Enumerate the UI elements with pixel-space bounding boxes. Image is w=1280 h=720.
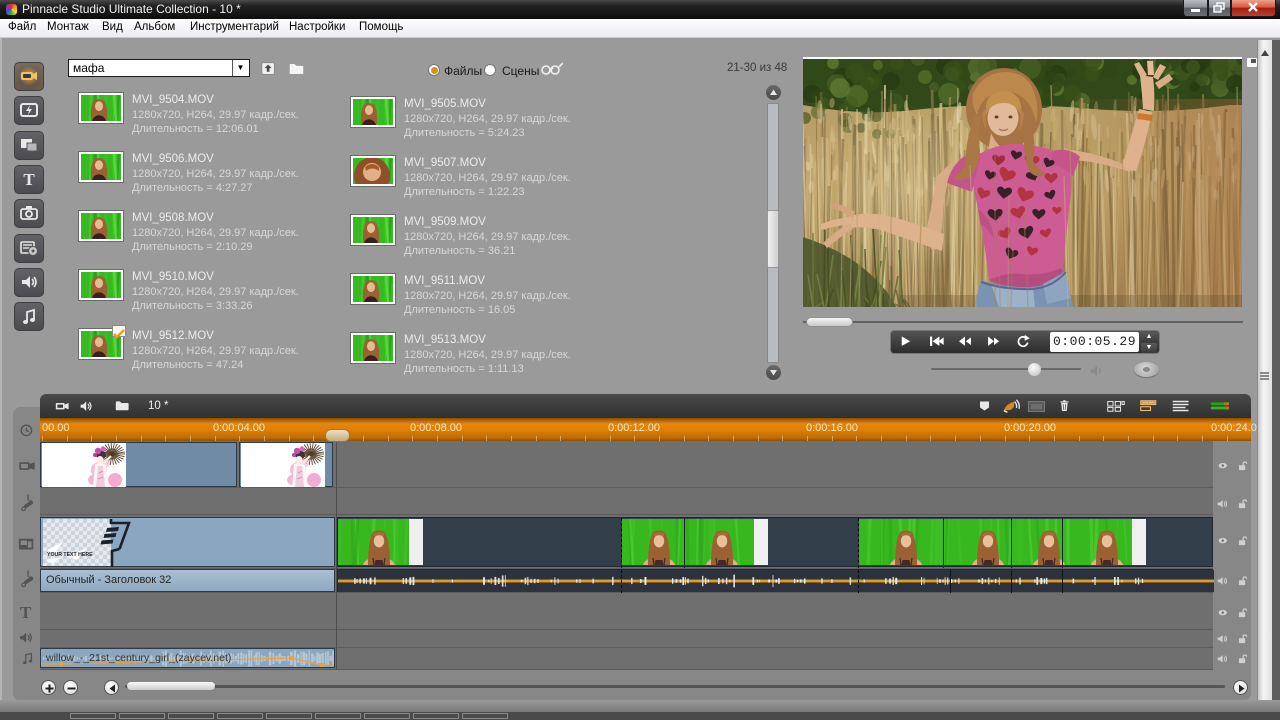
svg-text:T: T	[23, 170, 35, 189]
svg-text:YOUR TEXT HERE: YOUR TEXT HERE	[47, 552, 93, 558]
